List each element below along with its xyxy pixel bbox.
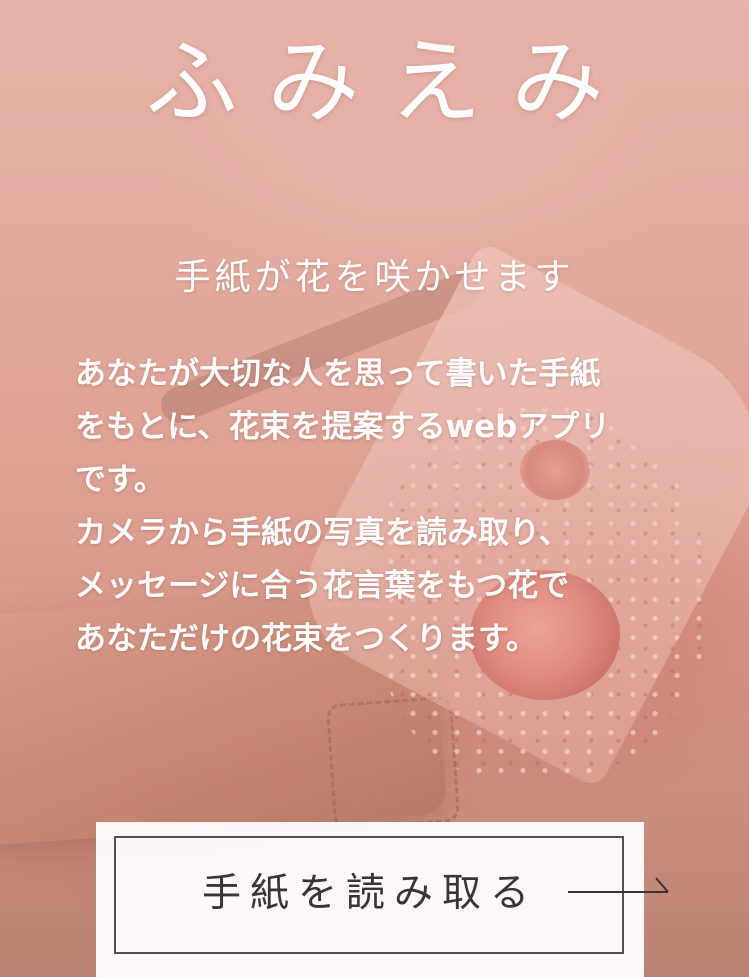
description-line: カメラから手紙の写真を読み取り、 <box>75 515 570 551</box>
description-line: あなただけの花束をつくります。 <box>75 621 537 657</box>
tagline: 手紙が花を咲かせます <box>174 257 575 298</box>
app-description: あなたが大切な人を思って書いた手紙 をもとに、花束を提案するwebアプリ です。… <box>75 348 675 666</box>
description-line: あなたが大切な人を思って書いた手紙 <box>75 356 601 392</box>
read-letter-label: 手紙を読み取る <box>202 871 539 916</box>
description-line: をもとに、花束を提案するwebアプリ <box>75 409 611 445</box>
app-title: ふみえみ <box>145 29 634 136</box>
description-line: メッセージに合う花言葉をもつ花で <box>75 568 570 604</box>
description-line: です。 <box>75 462 165 498</box>
arrow-right-icon <box>568 877 669 893</box>
read-letter-button[interactable]: 手紙を読み取る <box>114 836 624 954</box>
